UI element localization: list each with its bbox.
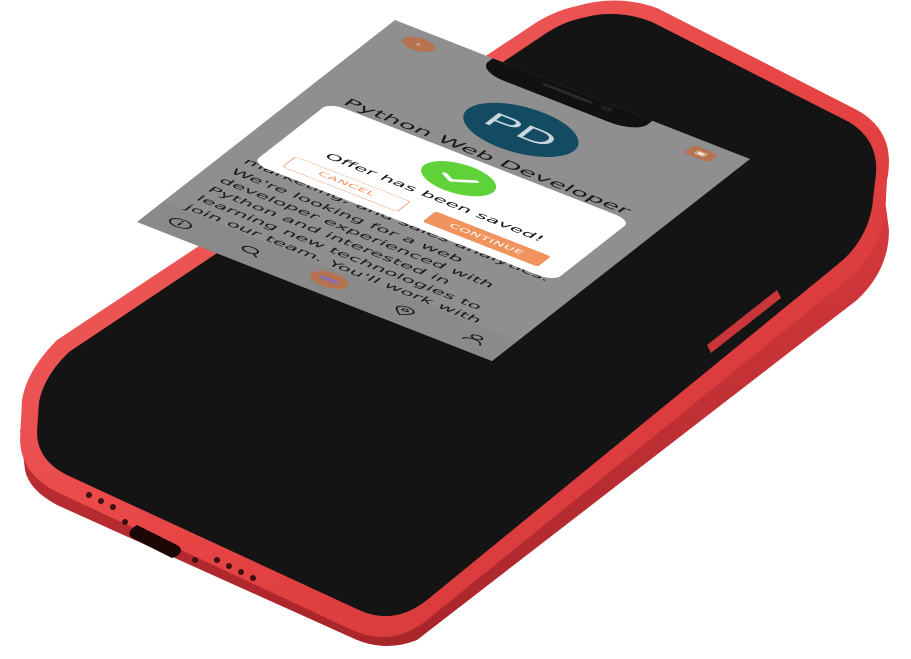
location-pin-icon	[395, 305, 415, 316]
info-icon	[168, 218, 192, 229]
search-icon	[241, 245, 260, 258]
share-button[interactable]: ▣	[683, 144, 719, 163]
profile-icon	[461, 334, 484, 346]
external-link-icon: ▣	[692, 149, 710, 159]
front-camera	[599, 104, 615, 113]
stage: ‹ ▣ PD Python Web Developer marketing, a…	[0, 0, 911, 659]
chevron-left-icon: ‹	[412, 40, 426, 49]
back-button[interactable]: ‹	[397, 33, 440, 56]
create-icon	[318, 275, 340, 285]
